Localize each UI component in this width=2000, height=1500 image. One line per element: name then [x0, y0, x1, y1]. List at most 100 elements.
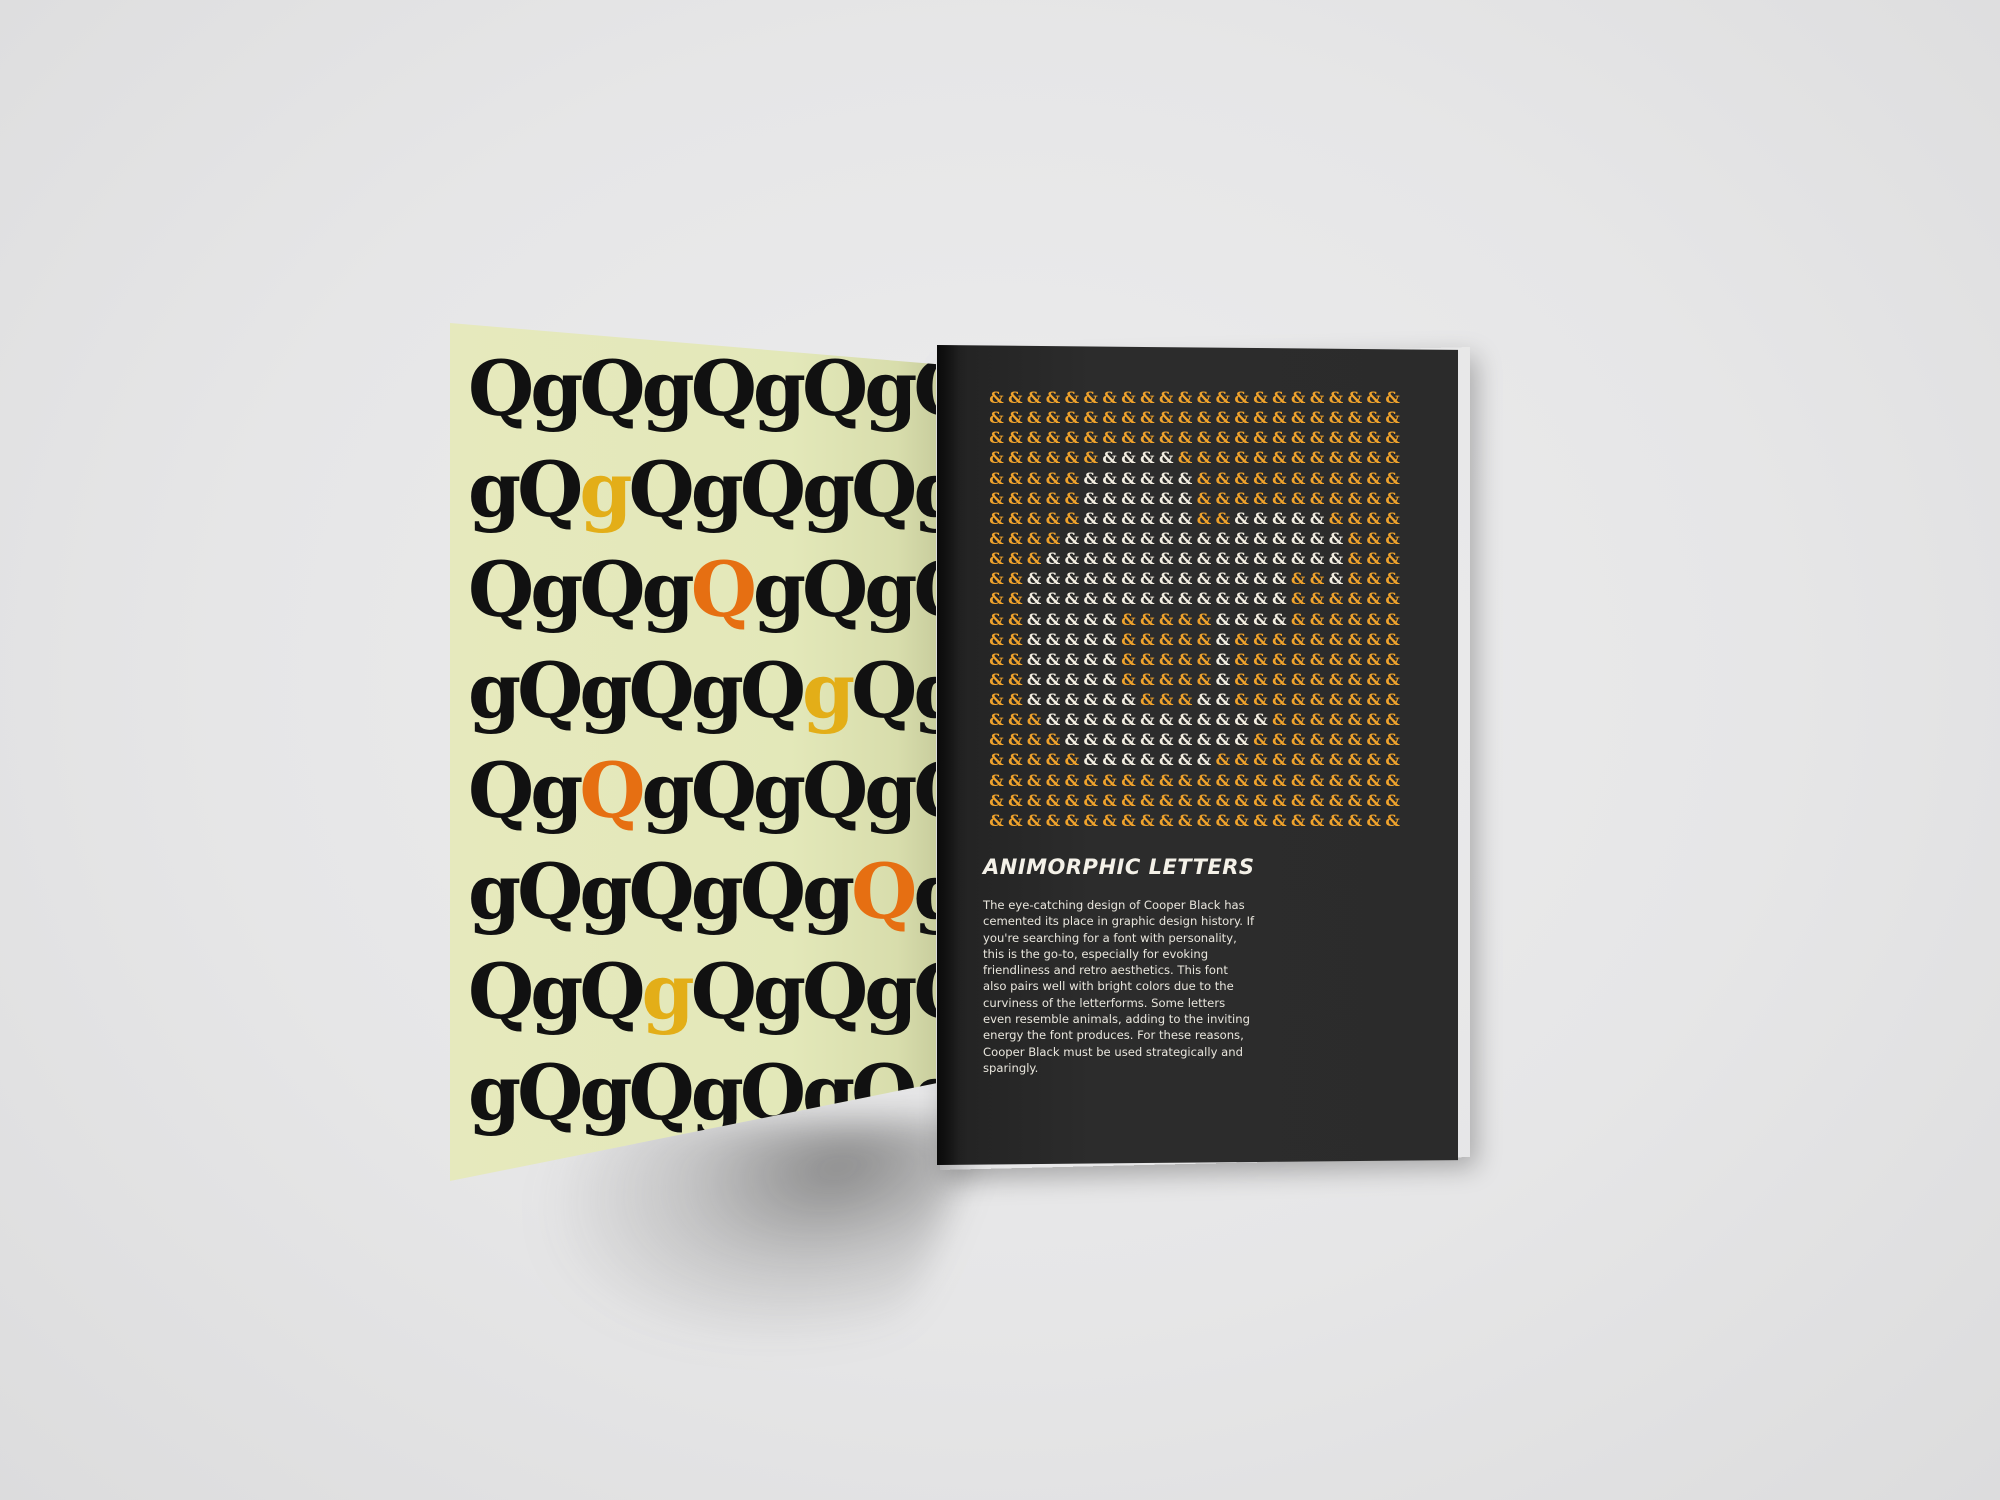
ampersand-glyph: &: [1140, 810, 1155, 830]
ampersand-glyph: &: [1064, 528, 1080, 548]
ampersand-glyph: &: [1121, 690, 1136, 710]
ampersand-glyph: &: [1045, 448, 1061, 468]
ampersand-glyph: &: [1102, 468, 1117, 488]
ampersand-glyph: &: [1328, 690, 1344, 710]
ampersand-glyph: &: [1234, 390, 1249, 407]
ampersand-glyph: &: [1026, 669, 1042, 689]
ampersand-glyph: &: [1309, 428, 1325, 448]
pattern-glyph: Q: [739, 444, 806, 534]
ampersand-glyph: &: [1008, 569, 1023, 589]
ampersand-glyph: &: [1366, 428, 1381, 448]
ampersand-glyph: &: [1215, 710, 1231, 730]
ampersand-glyph: &: [1140, 428, 1155, 448]
ampersand-glyph: &: [1309, 710, 1325, 730]
ampersand-glyph: &: [1026, 488, 1042, 508]
ampersand-glyph: &: [1083, 750, 1098, 770]
ampersand-glyph: &: [1291, 669, 1306, 689]
pattern-glyph: Q: [628, 1047, 694, 1137]
ampersand-glyph: &: [1177, 810, 1193, 830]
ampersand-glyph: &: [1026, 468, 1042, 488]
ampersand-glyph: &: [1121, 750, 1136, 770]
ampersand-glyph: &: [1291, 549, 1306, 569]
ampersand-glyph: &: [1196, 649, 1212, 669]
ampersand-glyph: &: [1121, 448, 1136, 468]
ampersand-glyph: &: [1045, 569, 1061, 589]
ampersand-glyph: &: [1253, 770, 1268, 790]
ampersand-glyph: &: [1083, 408, 1098, 428]
ampersand-glyph: &: [1158, 810, 1174, 830]
ampersand-glyph: &: [1253, 488, 1268, 508]
ampersand-glyph: &: [1064, 428, 1080, 448]
ampersand-glyph: &: [1026, 549, 1042, 569]
ampersand-glyph: &: [1064, 569, 1080, 589]
pattern-glyph: g: [641, 746, 695, 835]
ampersand-glyph: &: [989, 528, 1004, 548]
ampersand-glyph: &: [1328, 770, 1344, 790]
ampersand-glyph: &: [1215, 448, 1231, 468]
ampersand-glyph: &: [1291, 488, 1306, 508]
ampersand-glyph: &: [1253, 508, 1268, 528]
ampersand-glyph: &: [1215, 549, 1231, 569]
ampersand-glyph: &: [1385, 770, 1400, 790]
ampersand-glyph: &: [1366, 810, 1381, 830]
ampersand-glyph: &: [1328, 790, 1344, 810]
ampersand-glyph: &: [1291, 730, 1306, 750]
ampersand-glyph: &: [1291, 528, 1306, 548]
ampersand-glyph: &: [1272, 730, 1287, 750]
ampersand-glyph: &: [1234, 730, 1249, 750]
ampersand-glyph: &: [1328, 609, 1344, 629]
ampersand-glyph: &: [1083, 690, 1098, 710]
pattern-glyph: Q: [579, 947, 645, 1036]
ampersand-glyph: &: [1347, 710, 1363, 730]
ampersand-glyph: &: [1158, 790, 1174, 810]
ampersand-glyph: &: [1196, 528, 1212, 548]
ampersand-glyph: &: [1234, 669, 1249, 689]
ampersand-glyph: &: [1385, 629, 1400, 649]
ampersand-glyph: &: [1121, 549, 1136, 569]
ampersand-glyph: &: [1328, 810, 1344, 830]
ampersand-glyph: &: [1253, 528, 1268, 548]
ampersand-glyph: &: [1177, 750, 1193, 770]
ampersand-glyph: &: [1291, 569, 1306, 589]
ampersand-glyph: &: [1215, 488, 1231, 508]
ampersand-glyph: &: [1328, 549, 1344, 569]
ampersand-glyph: &: [1366, 690, 1381, 710]
ampersand-glyph: &: [1008, 488, 1023, 508]
pattern-glyph: g: [690, 1047, 744, 1137]
pattern-row: gQgQgQgQg: [468, 645, 936, 748]
ampersand-glyph: &: [1102, 569, 1117, 589]
ampersand-glyph: &: [1366, 589, 1381, 609]
ampersand-glyph: &: [1291, 810, 1306, 830]
ampersand-glyph: &: [1140, 790, 1155, 810]
ampersand-glyph: &: [1064, 750, 1080, 770]
ampersand-glyph: &: [1309, 508, 1325, 528]
ampersand-glyph: &: [1008, 408, 1023, 428]
ampersand-glyph: &: [1140, 508, 1155, 528]
pattern-glyph: Q: [802, 344, 868, 433]
ampersand-glyph: &: [1196, 669, 1212, 689]
ampersand-glyph: &: [1366, 710, 1381, 730]
pattern-glyph: Q: [628, 645, 694, 735]
ampersand-glyph: &: [1140, 589, 1155, 609]
ampersand-glyph: &: [1045, 770, 1061, 790]
ampersand-glyph: &: [1347, 528, 1363, 548]
ampersand-glyph: &: [1026, 408, 1042, 428]
ampersand-glyph: &: [1140, 750, 1155, 770]
ampersand-glyph: &: [1158, 649, 1174, 669]
ampersand-glyph: &: [1309, 669, 1325, 689]
ampersand-glyph: &: [1234, 549, 1249, 569]
ampersand-glyph: &: [1026, 569, 1042, 589]
ampersand-glyph: &: [1140, 448, 1155, 468]
ampersand-glyph: &: [1347, 790, 1363, 810]
ampersand-glyph: &: [1272, 428, 1287, 448]
ampersand-glyph: &: [1121, 770, 1136, 790]
ampersand-glyph: &: [1121, 669, 1136, 689]
ampersand-glyph: &: [1215, 730, 1231, 750]
ampersand-glyph: &: [1121, 569, 1136, 589]
pattern-glyph: Q: [739, 846, 806, 936]
pattern-glyph: g: [641, 545, 695, 634]
pattern-glyph: Q: [690, 344, 757, 433]
ampersand-glyph: &: [1347, 428, 1363, 448]
ampersand-glyph: &: [1064, 669, 1080, 689]
ampersand-glyph: &: [1158, 589, 1174, 609]
